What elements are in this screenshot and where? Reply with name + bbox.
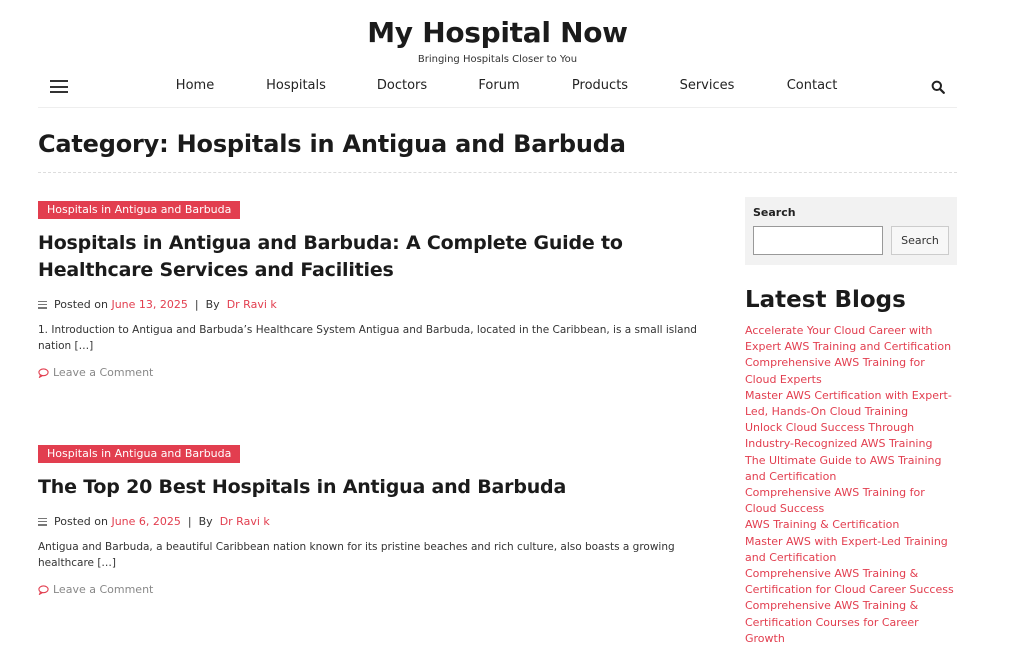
latest-blog-link[interactable]: Comprehensive AWS Training for Cloud Exp… [745,355,957,387]
lines-icon [38,300,47,309]
post-card: Hospitals in Antigua and Barbuda The Top… [38,442,728,596]
nav-services[interactable]: Services [680,78,735,93]
nav-hospitals[interactable]: Hospitals [266,78,326,93]
latest-blog-link[interactable]: The Ultimate Guide to AWS Training and C… [745,453,957,485]
comment-bubble-icon [38,367,49,378]
nav-contact[interactable]: Contact [787,78,838,93]
comment-label: Leave a Comment [53,583,154,596]
leave-comment-link[interactable]: Leave a Comment [38,366,728,379]
latest-blog-link[interactable]: Comprehensive AWS Training & Certificati… [745,566,957,598]
by-label: By [198,515,213,528]
latest-blog-link[interactable]: Master AWS Certification with Expert-Led… [745,388,957,420]
latest-blog-link[interactable]: Accelerate Your Cloud Career with Expert… [745,323,957,355]
latest-blog-link[interactable]: Unlock Cloud Success Through Industry-Re… [745,420,957,452]
latest-blogs-list: Accelerate Your Cloud Career with Expert… [745,323,957,647]
latest-blog-link[interactable]: Master AWS with Expert-Led Training and … [745,534,957,566]
site-title[interactable]: My Hospital Now [38,16,957,49]
post-author[interactable]: Dr Ravi k [220,515,270,528]
category-badge[interactable]: Hospitals in Antigua and Barbuda [38,445,241,463]
post-excerpt: 1. Introduction to Antigua and Barbuda’s… [38,324,697,352]
post-meta: Posted on June 13, 2025 | By Dr Ravi k [38,298,728,311]
site-tagline: Bringing Hospitals Closer to You [417,54,578,65]
by-label: By [205,298,220,311]
post-title[interactable]: Hospitals in Antigua and Barbuda: A Comp… [38,230,728,284]
post-title[interactable]: The Top 20 Best Hospitals in Antigua and… [38,474,728,501]
post-meta: Posted on June 6, 2025 | By Dr Ravi k [38,515,728,528]
title-divider [38,172,957,173]
category-badge[interactable]: Hospitals in Antigua and Barbuda [38,201,241,219]
meta-separator: | [194,298,199,311]
post-author[interactable]: Dr Ravi k [227,298,277,311]
post-excerpt: Antigua and Barbuda, a beautiful Caribbe… [38,541,675,569]
search-icon[interactable] [931,80,945,94]
search-input[interactable] [753,226,883,255]
comment-bubble-icon [38,584,49,595]
nav-home[interactable]: Home [176,78,214,93]
posted-on-label: Posted on [54,298,108,311]
sidebar-search-widget: Search Search [745,197,957,265]
search-label: Search [753,206,796,219]
posted-on-label: Posted on [54,515,108,528]
latest-blogs-title: Latest Blogs [745,287,906,313]
post-date[interactable]: June 6, 2025 [111,515,180,528]
nav-products[interactable]: Products [572,78,628,93]
latest-blog-link[interactable]: AWS Training & Certification [745,517,957,533]
nav-forum[interactable]: Forum [478,78,519,93]
search-button[interactable]: Search [891,226,949,255]
comment-label: Leave a Comment [53,366,154,379]
latest-blog-link[interactable]: Comprehensive AWS Training for Cloud Suc… [745,485,957,517]
leave-comment-link[interactable]: Leave a Comment [38,583,728,596]
nav-doctors[interactable]: Doctors [377,78,427,93]
main-nav: Home Hospitals Doctors Forum Products Se… [38,78,957,98]
post-card: Hospitals in Antigua and Barbuda Hospita… [38,198,728,379]
site-header: My Hospital Now Bringing Hospitals Close… [38,0,957,108]
post-date[interactable]: June 13, 2025 [111,298,187,311]
latest-blog-link[interactable]: Comprehensive AWS Training & Certificati… [745,598,957,647]
meta-separator: | [187,515,192,528]
lines-icon [38,517,47,526]
page-title: Category: Hospitals in Antigua and Barbu… [38,130,626,158]
